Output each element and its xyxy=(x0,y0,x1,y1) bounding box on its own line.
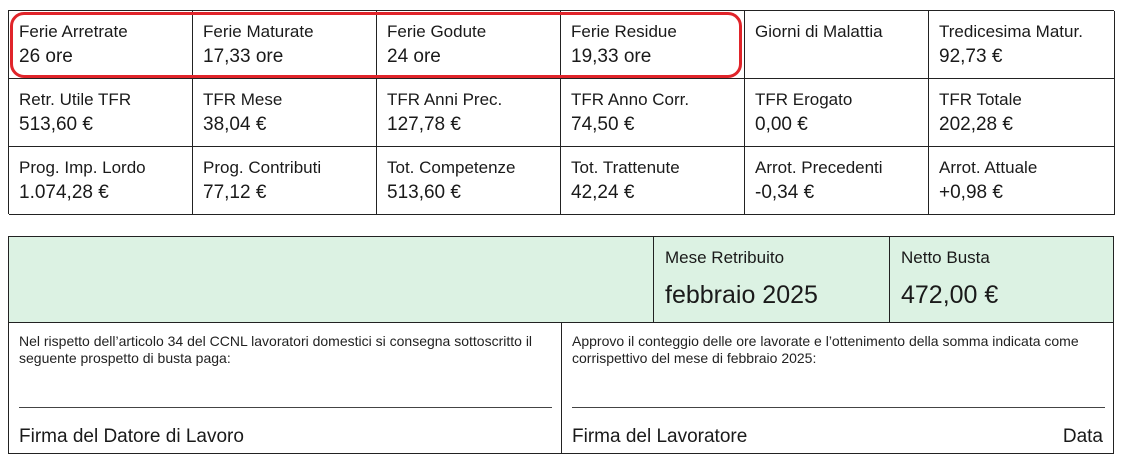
mese-retribuito-label: Mese Retribuito xyxy=(665,248,785,267)
worker-signature-caption: Firma del Lavoratore xyxy=(572,426,748,447)
cell-label: Ferie Maturate xyxy=(203,22,314,41)
cell-label: Arrot. Attuale xyxy=(939,158,1038,177)
cell-label: Tot. Trattenute xyxy=(571,158,680,177)
cell-label: Ferie Godute xyxy=(387,22,487,41)
mese-retribuito-value: febbraio 2025 xyxy=(665,281,818,309)
arrot-attuale-cell: Arrot. Attuale +0,98 € xyxy=(929,147,1115,215)
tot-trattenute-cell: Tot. Trattenute 42,24 € xyxy=(561,147,745,215)
cell-value: 38,04 € xyxy=(203,114,267,135)
cell-value: +0,98 € xyxy=(939,182,1003,203)
cell-label: TFR Totale xyxy=(939,90,1022,109)
worker-note: Approvo il conteggio delle ore lavorate … xyxy=(572,333,1079,366)
cell-value: 17,33 ore xyxy=(203,46,284,67)
cell-value: 202,28 € xyxy=(939,114,1013,135)
cell-label: Prog. Contributi xyxy=(203,158,322,177)
worker-signature-section: Approvo il conteggio delle ore lavorate … xyxy=(562,323,1113,453)
payment-signature-box: Mese Retribuito febbraio 2025 Netto Bust… xyxy=(8,236,1114,454)
tfr-anno-corr-cell: TFR Anno Corr. 74,50 € xyxy=(561,79,745,147)
cell-label: Prog. Imp. Lordo xyxy=(19,158,146,177)
ferie-maturate-cell: Ferie Maturate 17,33 ore xyxy=(193,11,377,79)
tredicesima-cell: Tredicesima Matur. 92,73 € xyxy=(929,11,1115,79)
cell-label: TFR Mese xyxy=(203,90,283,109)
netto-busta-label: Netto Busta xyxy=(901,248,990,267)
employer-signature-caption: Firma del Datore di Lavoro xyxy=(19,426,244,447)
employer-note: Nel rispetto dell’articolo 34 del CCNL l… xyxy=(19,333,533,366)
cell-label: TFR Erogato xyxy=(755,90,853,109)
ferie-godute-cell: Ferie Godute 24 ore xyxy=(377,11,561,79)
prog-contributi-cell: Prog. Contributi 77,12 € xyxy=(193,147,377,215)
cell-label: Ferie Arretrate xyxy=(19,22,128,41)
netto-busta-cell: Netto Busta 472,00 € xyxy=(890,237,1113,322)
cell-value: 513,60 € xyxy=(387,182,461,203)
cell-value: 77,12 € xyxy=(203,182,267,203)
giorni-malattia-cell: Giorni di Malattia xyxy=(745,11,929,79)
tfr-mese-cell: TFR Mese 38,04 € xyxy=(193,79,377,147)
cell-label: Retr. Utile TFR xyxy=(19,90,132,109)
worker-signature-line xyxy=(572,407,1105,408)
ferie-arretrate-cell: Ferie Arretrate 26 ore xyxy=(9,11,193,79)
mese-retribuito-cell: Mese Retribuito febbraio 2025 xyxy=(654,237,890,322)
cell-label: Arrot. Precedenti xyxy=(755,158,883,177)
date-label: Data xyxy=(1062,426,1103,447)
cell-label: Tredicesima Matur. xyxy=(939,22,1083,41)
cell-value: 513,60 € xyxy=(19,114,93,135)
payment-summary-row: Mese Retribuito febbraio 2025 Netto Bust… xyxy=(9,237,1113,323)
cell-value: 0,00 € xyxy=(755,114,808,135)
cell-value: 42,24 € xyxy=(571,182,635,203)
cell-label: Ferie Residue xyxy=(571,22,677,41)
retr-utile-tfr-cell: Retr. Utile TFR 513,60 € xyxy=(9,79,193,147)
payroll-summary-grid: Ferie Arretrate 26 ore Ferie Maturate 17… xyxy=(8,10,1115,215)
blank-cell xyxy=(9,237,654,322)
employer-signature-section: Nel rispetto dell’articolo 34 del CCNL l… xyxy=(9,323,562,453)
tfr-totale-cell: TFR Totale 202,28 € xyxy=(929,79,1115,147)
cell-value: 24 ore xyxy=(387,46,441,67)
ferie-residue-cell: Ferie Residue 19,33 ore xyxy=(561,11,745,79)
cell-value: 1.074,28 € xyxy=(19,182,109,203)
prog-imp-lordo-cell: Prog. Imp. Lordo 1.074,28 € xyxy=(9,147,193,215)
tot-competenze-cell: Tot. Competenze 513,60 € xyxy=(377,147,561,215)
cell-value: 127,78 € xyxy=(387,114,461,135)
cell-value: 92,73 € xyxy=(939,46,1003,67)
cell-value: 19,33 ore xyxy=(571,46,652,67)
netto-busta-value: 472,00 € xyxy=(901,281,999,309)
cell-label: Giorni di Malattia xyxy=(755,22,883,41)
tfr-anni-prec-cell: TFR Anni Prec. 127,78 € xyxy=(377,79,561,147)
tfr-erogato-cell: TFR Erogato 0,00 € xyxy=(745,79,929,147)
cell-label: TFR Anno Corr. xyxy=(571,90,690,109)
cell-value: 74,50 € xyxy=(571,114,635,135)
cell-value: -0,34 € xyxy=(755,182,815,203)
employer-signature-line xyxy=(19,407,552,408)
cell-label: TFR Anni Prec. xyxy=(387,90,503,109)
cell-value: 26 ore xyxy=(19,46,73,67)
arrot-precedenti-cell: Arrot. Precedenti -0,34 € xyxy=(745,147,929,215)
cell-label: Tot. Competenze xyxy=(387,158,516,177)
